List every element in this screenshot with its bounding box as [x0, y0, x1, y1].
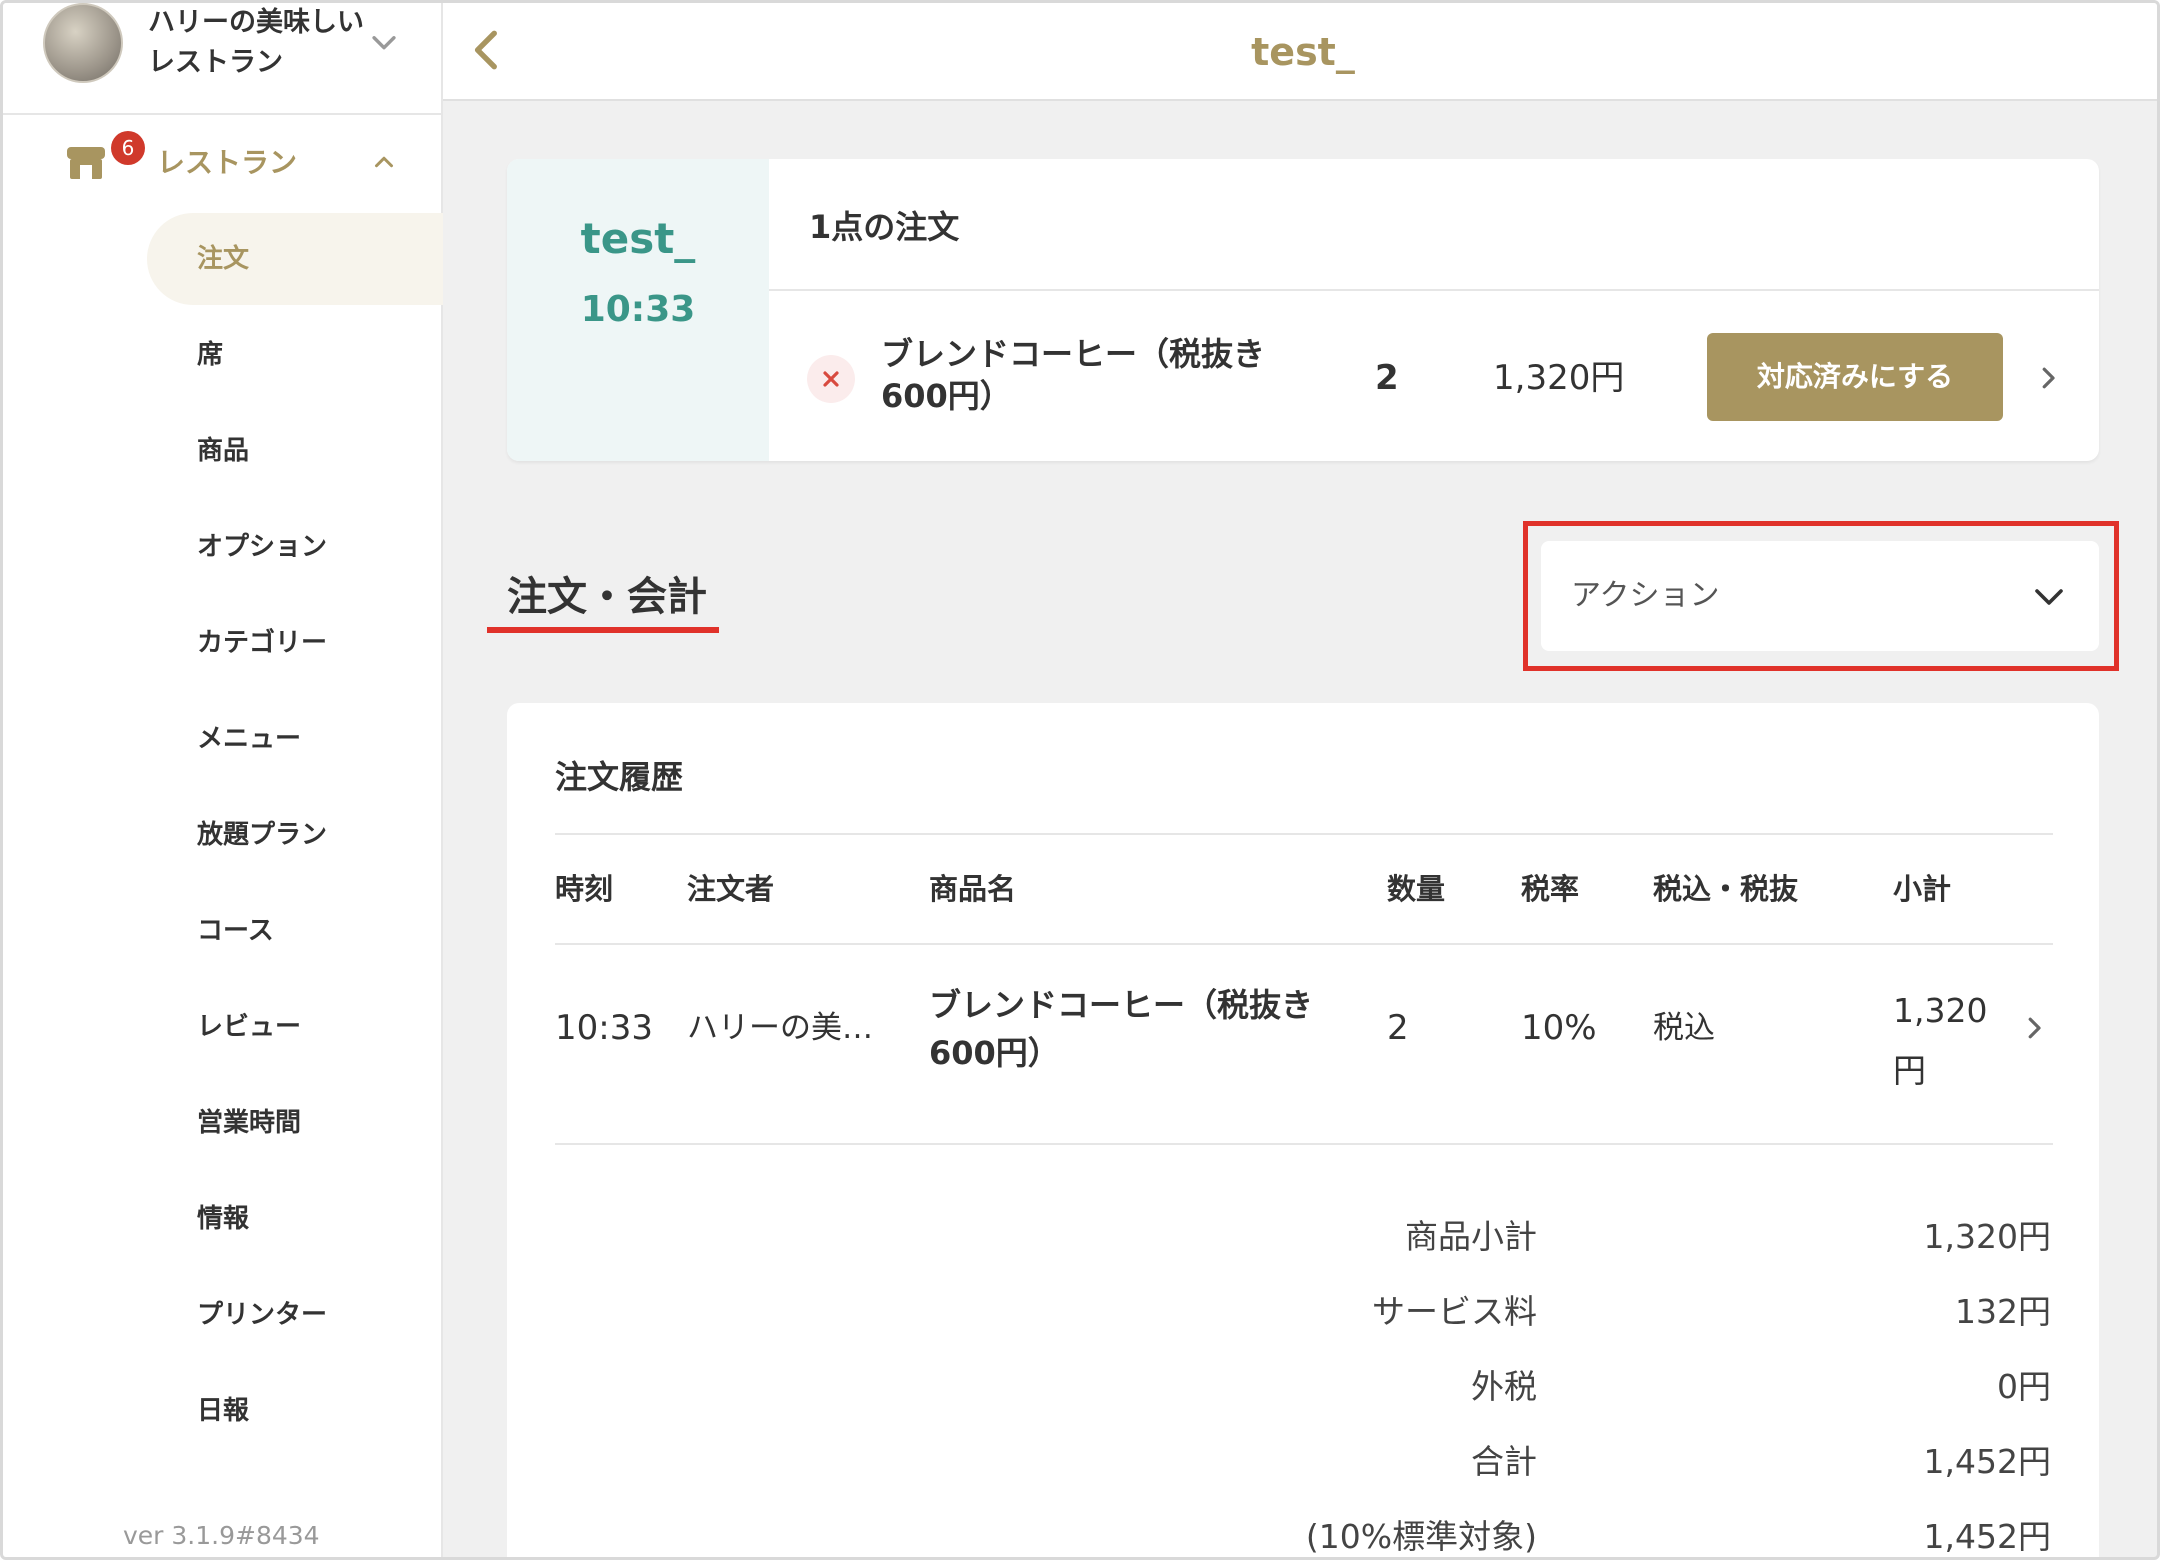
chevron-right-icon[interactable]	[2033, 363, 2063, 393]
divider	[555, 943, 2053, 945]
sidebar-item-orders[interactable]: 注文	[147, 213, 443, 305]
column-header-product: 商品名	[929, 872, 1017, 906]
app-window: ハリーの美味しいレストラン 6 レストラン 注文 席 商品 オプション カテゴリ…	[0, 0, 2160, 1560]
chevron-up-icon[interactable]	[369, 147, 399, 177]
row-product: ブレンドコーヒー（税抜き600円）	[929, 986, 1314, 1072]
sidebar-item-reviews[interactable]: レビュー	[147, 981, 443, 1073]
sidebar-item-printers[interactable]: プリンター	[147, 1269, 443, 1361]
summary-label-subtotal: 商品小計	[1405, 1217, 1537, 1256]
divider	[769, 289, 2099, 291]
sidebar-group-restaurant[interactable]: 6 レストラン	[63, 131, 423, 195]
summary-label-service-fee: サービス料	[1372, 1292, 1537, 1331]
section-title: 注文・会計	[507, 574, 707, 620]
sidebar-item-products[interactable]: 商品	[147, 405, 443, 497]
column-header-time: 時刻	[555, 872, 614, 906]
close-icon[interactable]	[807, 355, 855, 403]
divider	[555, 1143, 2053, 1145]
sidebar-item-menu[interactable]: メニュー	[147, 693, 443, 785]
order-time: 10:33	[580, 289, 696, 330]
summary-value-standard-rate: 1,452円	[1923, 1517, 2051, 1556]
sidebar-item-categories[interactable]: カテゴリー	[147, 597, 443, 689]
sidebar-item-info[interactable]: 情報	[147, 1173, 443, 1265]
order-item-price: 1,320円	[1493, 358, 1625, 398]
row-time: 10:33	[555, 1008, 653, 1048]
chevron-down-icon	[2035, 589, 2063, 605]
notification-badge: 6	[111, 131, 145, 165]
summary-value-external-tax: 0円	[1997, 1367, 2051, 1406]
order-table-panel: test_ 10:33	[507, 159, 769, 461]
action-dropdown-label: アクション	[1571, 578, 1720, 613]
order-table-name: test_	[580, 214, 696, 263]
summary-value-total: 1,452円	[1923, 1442, 2051, 1481]
column-header-tax-rate: 税率	[1521, 872, 1580, 906]
store-name: ハリーの美味しいレストラン	[148, 7, 364, 78]
column-header-subtotal: 小計	[1893, 872, 1952, 906]
mark-handled-button[interactable]: 対応済みにする	[1707, 333, 2003, 421]
chevron-down-icon[interactable]	[367, 25, 401, 59]
page-title: test_	[1251, 30, 1355, 74]
action-dropdown[interactable]: アクション	[1541, 541, 2099, 651]
history-title: 注文履歴	[555, 758, 684, 796]
sidebar-item-options[interactable]: オプション	[147, 501, 443, 593]
section-underline	[487, 627, 719, 633]
top-bar: test_	[443, 3, 2157, 101]
row-tax-type: 税込	[1653, 1010, 1715, 1046]
row-subtotal: 1,320円	[1893, 991, 1988, 1090]
chevron-right-icon[interactable]	[2019, 1013, 2049, 1043]
sidebar-item-all-you-can-plans[interactable]: 放題プラン	[147, 789, 443, 881]
store-switcher[interactable]: ハリーの美味しいレストラン	[3, 3, 443, 115]
order-count: 1点の注文	[809, 208, 960, 246]
row-quantity: 2	[1387, 1008, 1409, 1048]
row-orderer: ハリーの美…	[687, 1010, 873, 1046]
sidebar-item-business-hours[interactable]: 営業時間	[147, 1077, 443, 1169]
store-avatar	[43, 3, 123, 83]
sidebar-item-courses[interactable]: コース	[147, 885, 443, 977]
sidebar: ハリーの美味しいレストラン 6 レストラン 注文 席 商品 オプション カテゴリ…	[3, 3, 443, 1557]
back-arrow-icon[interactable]	[463, 25, 513, 75]
sidebar-item-seats[interactable]: 席	[147, 309, 443, 401]
divider	[555, 833, 2053, 835]
summary-value-service-fee: 132円	[1955, 1292, 2051, 1331]
app-version: ver 3.1.9#8434	[123, 1521, 320, 1550]
summary-value-subtotal: 1,320円	[1923, 1217, 2051, 1256]
order-history-card: 注文履歴 時刻 注文者 商品名 数量 税率 税込・税抜 小計 10:33 ハリー…	[507, 703, 2099, 1557]
order-item-quantity: 2	[1375, 358, 1399, 398]
summary-label-external-tax: 外税	[1471, 1367, 1537, 1406]
column-header-quantity: 数量	[1387, 872, 1446, 906]
summary-label-standard-rate: (10%標準対象)	[1305, 1517, 1537, 1556]
order-item-name: ブレンドコーヒー（税抜き600円）	[881, 335, 1266, 415]
row-tax-rate: 10%	[1521, 1008, 1597, 1048]
order-card: test_ 10:33 1点の注文 ブレンドコーヒー（税抜き600円） 2 1,…	[507, 159, 2099, 461]
sidebar-item-daily-report[interactable]: 日報	[147, 1365, 443, 1457]
column-header-tax-type: 税込・税抜	[1653, 872, 1799, 906]
column-header-orderer: 注文者	[687, 872, 775, 906]
sidebar-group-label: レストラン	[157, 146, 298, 179]
store-icon	[67, 147, 105, 179]
summary-label-total: 合計	[1471, 1442, 1537, 1481]
